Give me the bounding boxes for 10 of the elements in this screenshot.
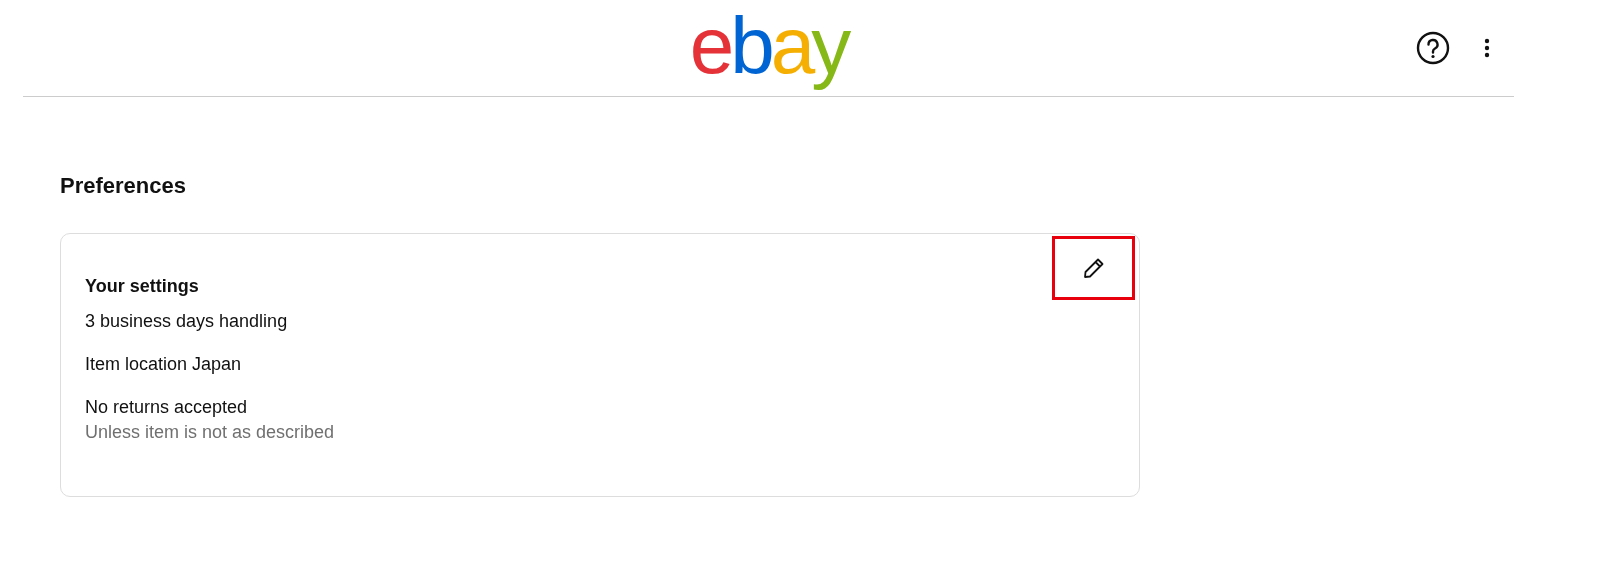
more-menu-icon[interactable] [1484, 38, 1490, 58]
setting-note: Unless item is not as described [85, 422, 336, 443]
setting-text: Item location Japan [85, 354, 243, 375]
setting-text: No returns accepted [85, 397, 249, 418]
card-title: Your settings [85, 275, 200, 297]
edit-button[interactable] [1052, 236, 1135, 300]
pencil-icon [1081, 256, 1106, 280]
section-title: Preferences [60, 173, 187, 199]
help-icon[interactable] [1416, 31, 1450, 65]
setting-text: 3 business days handling [85, 311, 289, 332]
